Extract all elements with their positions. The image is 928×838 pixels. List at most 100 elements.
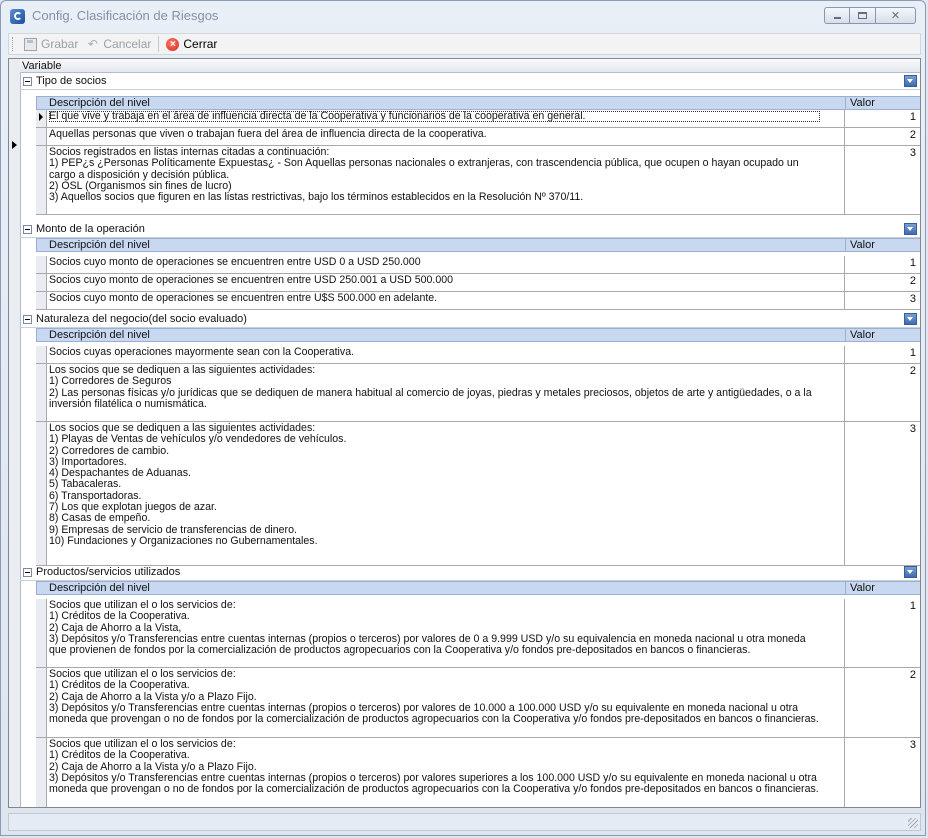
child-grid-header: Descripción del nivel Valor — [36, 96, 920, 110]
table-row[interactable]: Los socios que se dediquen a las siguien… — [36, 364, 920, 422]
column-header-descripcion[interactable]: Descripción del nivel — [49, 582, 150, 595]
descripcion-cell[interactable]: Socios cuyas operaciones mayormente sean… — [49, 346, 820, 358]
section-monto-operacion: Monto de la operación Descripción del ni… — [20, 222, 920, 312]
child-grid: Descripción del nivel Valor El que vive … — [36, 96, 920, 215]
column-header-descripcion[interactable]: Descripción del nivel — [49, 329, 150, 342]
table-row[interactable]: Socios que utilizan el o los servicios d… — [36, 738, 920, 807]
table-row[interactable]: El que vive y trabaja en el área de infl… — [36, 110, 920, 128]
grabar-label: Grabar — [41, 37, 79, 51]
child-grid-header: Descripción del nivel Valor — [36, 581, 920, 595]
column-header-descripcion[interactable]: Descripción del nivel — [49, 239, 150, 252]
cerrar-label: Cerrar — [183, 37, 218, 51]
descripcion-cell[interactable]: Socios que utilizan el o los servicios d… — [49, 599, 820, 656]
section-title: Naturaleza del negocio(del socio evaluad… — [36, 313, 247, 325]
maximize-icon — [858, 12, 867, 19]
section-header[interactable]: Tipo de socios — [20, 74, 920, 90]
valor-cell[interactable]: 2 — [910, 129, 916, 141]
table-row[interactable]: Aquellas personas que viven o trabajan f… — [36, 128, 920, 146]
table-row[interactable]: Socios cuyo monto de operaciones se encu… — [36, 292, 920, 310]
minimize-icon — [834, 17, 841, 19]
collapse-icon[interactable] — [23, 225, 32, 234]
title-bar[interactable]: Config. Clasificación de Riesgos ✕ — [1, 1, 925, 31]
section-tipo-de-socios: Tipo de socios Descripción del nivel Val… — [20, 74, 920, 215]
resize-grip-icon[interactable] — [908, 818, 918, 828]
valor-cell[interactable]: 2 — [910, 275, 916, 287]
valor-cell[interactable]: 2 — [910, 669, 916, 681]
dropdown-arrow-icon[interactable] — [904, 223, 917, 235]
valor-cell[interactable]: 3 — [910, 423, 916, 435]
undo-icon: ↶ — [87, 36, 98, 51]
table-row[interactable]: Socios cuyas operaciones mayormente sean… — [36, 346, 920, 364]
descripcion-cell[interactable]: Los socios que se dediquen a las siguien… — [49, 364, 820, 410]
section-header[interactable]: Naturaleza del negocio(del socio evaluad… — [20, 312, 920, 328]
table-row[interactable]: Socios cuyo monto de operaciones se encu… — [36, 256, 920, 274]
window-controls: ✕ — [824, 7, 916, 24]
section-title: Productos/servicios utilizados — [36, 566, 181, 578]
section-naturaleza-negocio: Naturaleza del negocio(del socio evaluad… — [20, 312, 920, 566]
child-grid-header: Descripción del nivel Valor — [36, 238, 920, 252]
table-row[interactable]: Los socios que se dediquen a las siguien… — [36, 422, 920, 566]
table-row[interactable]: Socios que utilizan el o los servicios d… — [36, 668, 920, 738]
child-grid: Descripción del nivel Valor Socios cuyas… — [36, 328, 920, 566]
descripcion-cell[interactable]: Socios cuyo monto de operaciones se encu… — [49, 274, 820, 286]
section-productos-servicios: Productos/servicios utilizados Descripci… — [20, 565, 920, 807]
cancelar-button[interactable]: ↶ Cancelar — [82, 34, 155, 54]
maximize-button[interactable] — [850, 7, 876, 24]
valor-cell[interactable]: 3 — [910, 147, 916, 159]
descripcion-cell[interactable]: Socios registrados en listas internas ci… — [49, 146, 820, 203]
valor-cell[interactable]: 1 — [910, 111, 916, 123]
section-header[interactable]: Productos/servicios utilizados — [20, 565, 920, 581]
descripcion-cell[interactable]: Socios que utilizan el o los servicios d… — [49, 668, 820, 725]
column-header-descripcion[interactable]: Descripción del nivel — [49, 97, 150, 110]
descripcion-cell[interactable]: El que vive y trabaja en el área de infl… — [49, 110, 820, 123]
table-row[interactable]: Socios registrados en listas internas ci… — [36, 146, 920, 215]
valor-cell[interactable]: 1 — [910, 600, 916, 612]
dropdown-arrow-icon[interactable] — [904, 566, 917, 578]
dropdown-arrow-icon[interactable] — [904, 75, 917, 87]
column-header-valor[interactable]: Valor — [845, 239, 875, 251]
section-title: Monto de la operación — [36, 223, 145, 235]
status-bar — [8, 813, 921, 831]
cancelar-label: Cancelar — [103, 37, 152, 51]
section-header[interactable]: Monto de la operación — [20, 222, 920, 238]
collapse-icon[interactable] — [23, 568, 32, 577]
collapse-icon[interactable] — [23, 77, 32, 86]
descripcion-cell[interactable]: Socios cuyo monto de operaciones se encu… — [49, 256, 820, 268]
variable-column-header[interactable]: Variable — [20, 59, 920, 73]
child-grid: Descripción del nivel Valor Socios cuyo … — [36, 238, 920, 310]
descripcion-cell[interactable]: Socios cuyo monto de operaciones se encu… — [49, 292, 820, 304]
child-grid-header: Descripción del nivel Valor — [36, 328, 920, 342]
column-header-valor[interactable]: Valor — [845, 97, 875, 109]
table-row[interactable]: Socios cuyo monto de operaciones se encu… — [36, 274, 920, 292]
toolbar: Grabar ↶ Cancelar × Cerrar — [8, 33, 921, 55]
close-window-button[interactable]: ✕ — [876, 7, 916, 24]
toolbar-separator — [158, 36, 160, 52]
risk-grid: Variable Tipo de socios Descripción del … — [8, 58, 921, 808]
section-title: Tipo de socios — [36, 75, 107, 87]
column-header-valor[interactable]: Valor — [845, 329, 875, 341]
valor-cell[interactable]: 1 — [910, 257, 916, 269]
descripcion-cell[interactable]: Los socios que se dediquen a las siguien… — [49, 422, 820, 547]
descripcion-cell[interactable]: Socios que utilizan el o los servicios d… — [49, 738, 820, 795]
valor-cell[interactable]: 2 — [910, 365, 916, 377]
row-arrow-icon — [39, 113, 43, 121]
close-icon: ✕ — [890, 9, 901, 22]
valor-cell[interactable]: 3 — [910, 739, 916, 751]
child-grid: Descripción del nivel Valor Socios que u… — [36, 581, 920, 807]
dropdown-arrow-icon[interactable] — [904, 313, 917, 325]
cerrar-button[interactable]: × Cerrar — [162, 34, 221, 54]
collapse-icon[interactable] — [23, 315, 32, 324]
main-window: Config. Clasificación de Riesgos ✕ Graba… — [0, 0, 926, 836]
window-title: Config. Clasificación de Riesgos — [32, 8, 219, 23]
column-header-valor[interactable]: Valor — [845, 582, 875, 594]
app-icon — [10, 9, 25, 24]
table-row[interactable]: Socios que utilizan el o los servicios d… — [36, 599, 920, 668]
valor-cell[interactable]: 3 — [910, 293, 916, 305]
toolbar-grip[interactable] — [12, 37, 16, 51]
grabar-button[interactable]: Grabar — [20, 34, 82, 54]
valor-cell[interactable]: 1 — [910, 347, 916, 359]
descripcion-cell[interactable]: Aquellas personas que viven o trabajan f… — [49, 128, 820, 140]
minimize-button[interactable] — [824, 7, 850, 24]
current-row-arrow-icon — [12, 141, 17, 149]
close-circle-icon: × — [166, 37, 180, 51]
